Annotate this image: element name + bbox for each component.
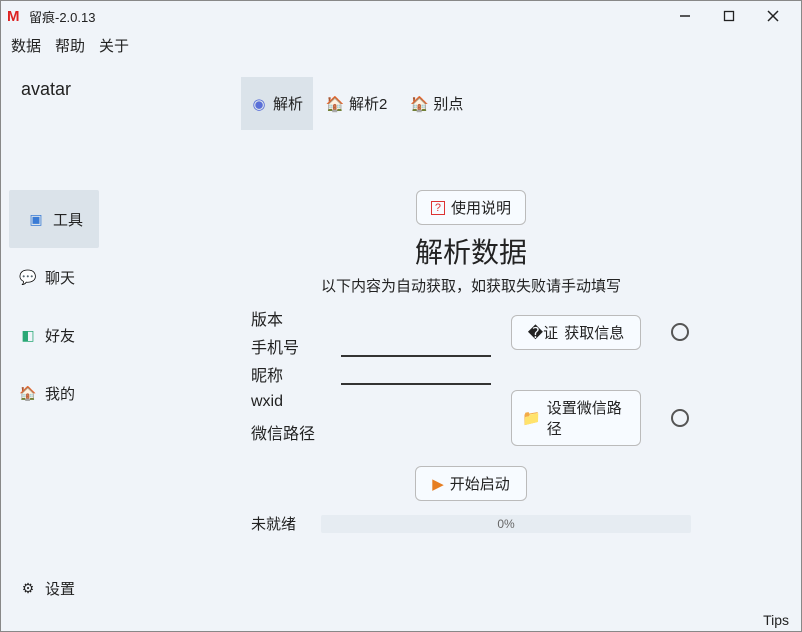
tab-parse2[interactable]: 🏠 解析2 bbox=[317, 77, 397, 130]
tips-label[interactable]: Tips bbox=[763, 612, 789, 628]
get-info-radio[interactable] bbox=[671, 323, 689, 341]
app-icon: M bbox=[7, 8, 23, 24]
tab-label: 解析2 bbox=[349, 93, 387, 114]
settings-label: 设置 bbox=[45, 578, 75, 599]
window-title: 留痕-2.0.13 bbox=[29, 7, 95, 26]
page-subtitle: 以下内容为自动获取，如获取失败请手动填写 bbox=[321, 275, 621, 296]
menu-about[interactable]: 关于 bbox=[99, 35, 129, 56]
tools-icon: ▣ bbox=[27, 210, 45, 228]
sidebar-item-label: 聊天 bbox=[45, 267, 75, 288]
maximize-button[interactable] bbox=[707, 2, 751, 30]
phone-field[interactable] bbox=[341, 335, 491, 357]
sidebar-item-tools[interactable]: ▣ 工具 bbox=[9, 190, 99, 248]
page-title: 解析数据 bbox=[415, 231, 527, 271]
tab-parse[interactable]: ◉ 解析 bbox=[241, 77, 313, 130]
progress-status: 未就绪 bbox=[251, 513, 311, 534]
sidebar-item-mine[interactable]: 🏠 我的 bbox=[1, 364, 201, 422]
home-icon: 🏠 bbox=[19, 384, 37, 402]
set-path-button[interactable]: 📁 设置微信路径 bbox=[511, 390, 641, 446]
avatar[interactable]: avatar bbox=[21, 79, 201, 100]
main-panel: ◉ 解析 🏠 解析2 🏠 别点 ? 使用说明 解析数据 以下内容为自动获取，如获… bbox=[201, 59, 801, 609]
tab-bar: ◉ 解析 🏠 解析2 🏠 别点 bbox=[241, 77, 801, 130]
label-wxid: wxid bbox=[251, 393, 331, 411]
close-button[interactable] bbox=[751, 2, 795, 30]
set-path-label: 设置微信路径 bbox=[547, 397, 630, 439]
label-version: 版本 bbox=[251, 306, 331, 330]
tab-label: 解析 bbox=[273, 93, 303, 114]
fingerprint-icon: �证 bbox=[528, 322, 558, 343]
tab-label: 别点 bbox=[433, 93, 463, 114]
chat-icon: 💬 bbox=[19, 268, 37, 286]
parse-icon: ◉ bbox=[251, 96, 267, 112]
home-icon: 🏠 bbox=[411, 96, 427, 112]
progress-percent: 0% bbox=[497, 517, 514, 531]
label-nickname: 昵称 bbox=[251, 362, 331, 386]
label-phone: 手机号 bbox=[251, 334, 331, 358]
help-button-label: 使用说明 bbox=[451, 197, 511, 218]
sidebar-item-label: 我的 bbox=[45, 383, 75, 404]
menu-help[interactable]: 帮助 bbox=[55, 35, 85, 56]
tab-dont-click[interactable]: 🏠 别点 bbox=[401, 77, 473, 130]
get-info-label: 获取信息 bbox=[564, 322, 624, 343]
status-bar: Tips bbox=[751, 609, 801, 631]
menu-bar: 数据 帮助 关于 bbox=[1, 31, 801, 59]
play-icon: ▶ bbox=[432, 475, 444, 493]
help-button[interactable]: ? 使用说明 bbox=[416, 190, 526, 225]
nickname-field[interactable] bbox=[341, 363, 491, 385]
label-wechat-path: 微信路径 bbox=[251, 420, 331, 444]
sidebar-item-friends[interactable]: ◧ 好友 bbox=[1, 306, 201, 364]
sidebar-item-chat[interactable]: 💬 聊天 bbox=[1, 248, 201, 306]
question-icon: ? bbox=[431, 201, 445, 215]
gear-icon: ⚙ bbox=[19, 580, 37, 598]
title-bar: M 留痕-2.0.13 bbox=[1, 1, 801, 31]
sidebar: avatar ▣ 工具 💬 聊天 ◧ 好友 🏠 我的 ⚙ 设置 bbox=[1, 59, 201, 609]
home-icon: 🏠 bbox=[327, 96, 343, 112]
set-path-radio[interactable] bbox=[671, 409, 689, 427]
progress-bar: 0% bbox=[321, 515, 691, 533]
menu-data[interactable]: 数据 bbox=[11, 35, 41, 56]
friends-icon: ◧ bbox=[19, 326, 37, 344]
sidebar-item-label: 工具 bbox=[53, 209, 83, 230]
get-info-button[interactable]: �证 获取信息 bbox=[511, 315, 641, 350]
folder-icon: 📁 bbox=[522, 409, 541, 427]
minimize-button[interactable] bbox=[663, 2, 707, 30]
start-button-label: 开始启动 bbox=[450, 473, 510, 494]
sidebar-item-label: 好友 bbox=[45, 325, 75, 346]
sidebar-settings[interactable]: ⚙ 设置 bbox=[19, 578, 75, 599]
start-button[interactable]: ▶ 开始启动 bbox=[415, 466, 527, 501]
